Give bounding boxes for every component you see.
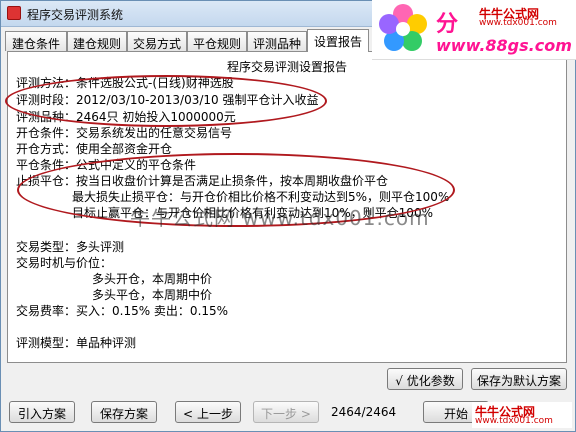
report-line-period: 评测时段：2012/03/10-2013/03/10 强制平仓计入收益 [16,93,319,107]
report-line-fees: 交易费率：买入：0.15% 卖出：0.15% [16,304,229,318]
report-line-timing: 交易时机与价位： [16,256,113,270]
optimize-button[interactable]: √ 优化参数 [387,368,463,390]
report-line-open-mode: 开仓方式：使用全部资金开仓 [16,142,173,156]
tab-settings-report[interactable]: 设置报告 [307,29,369,52]
tab-close-rules[interactable]: 平仓规则 [187,31,247,51]
report-line-open-condition: 开仓条件：交易系统发出的任意交易信号 [16,126,233,140]
window-title: 程序交易评测系统 [27,8,124,22]
prev-step-label: 上一步 [196,407,233,421]
tab-open-conditions[interactable]: 建仓条件 [5,31,67,51]
next-step-label: 下一步 [261,407,298,421]
report-line-stop-loss: 止损平仓：按当日收盘价计算是否满足止损条件，按本周期收盘价平仓 [16,174,389,188]
badge-top-url: www.tdx001.com [479,18,557,28]
watermark-badge-top: 牛牛公式网 www.tdx001.com [476,4,576,30]
tab-test-symbols[interactable]: 评测品种 [247,31,307,51]
report-line-symbols: 评测品种：2464只 初始投入1000000元 [16,110,236,124]
chevron-left-icon: < [183,407,194,421]
import-scheme-button[interactable]: 引入方案 [9,401,75,423]
tab-open-rules[interactable]: 建仓规则 [67,31,127,51]
app-icon [7,6,21,20]
watermark-logo-url: www.88gs.com [436,36,572,55]
tab-trade-mode[interactable]: 交易方式 [127,31,187,51]
flower-logo-icon [379,4,427,51]
report-line-long-close: 多头平仓，本周期中价 [92,288,213,302]
watermark-overlay-text: 牛牛公式网 www.tdx001.com [130,206,430,230]
save-default-button[interactable]: 保存为默认方案 [471,368,567,390]
watermark-logo-text: 分 [436,12,460,37]
chevron-right-icon: > [300,407,311,421]
report-title: 程序交易评测设置报告 [226,60,347,74]
next-step-button: 下一步 > [253,401,319,423]
badge-bottom-url: www.tdx001.com [475,416,553,426]
report-line-trade-type: 交易类型：多头评测 [16,240,125,254]
report-line-method: 评测方法：条件选股公式-(日线)财神选股 [16,76,234,90]
watermark-badge-bottom: 牛牛公式网 www.tdx001.com [472,402,572,428]
report-line-close-condition: 平仓条件：公式中定义的平仓条件 [16,158,197,172]
report-line-long-open: 多头开仓，本周期中价 [92,272,213,286]
check-icon: √ [395,374,403,388]
prev-step-button[interactable]: < 上一步 [175,401,241,423]
report-line-model: 评测模型：单品种评测 [16,336,137,350]
save-scheme-button[interactable]: 保存方案 [91,401,157,423]
optimize-label: 优化参数 [406,374,455,388]
progress-counter: 2464/2464 [331,405,397,419]
